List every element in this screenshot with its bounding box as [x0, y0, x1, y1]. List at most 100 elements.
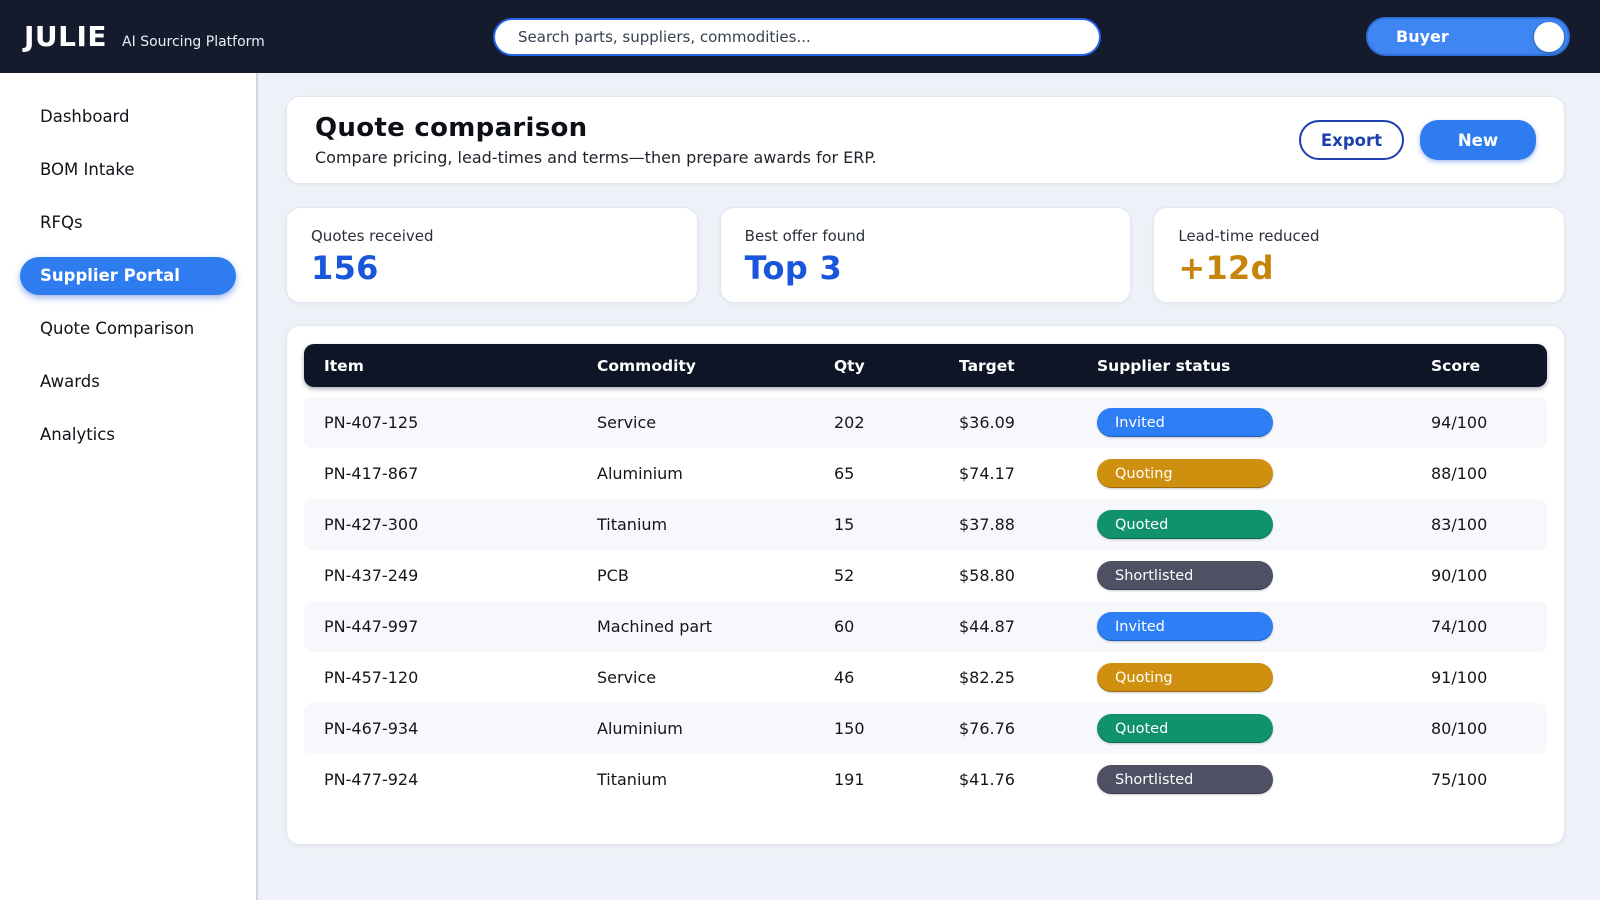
topbar-right: Buyer: [1101, 17, 1570, 56]
cell-qty: 202: [834, 413, 865, 432]
table-row[interactable]: PN-467-934 Aluminium 150 $76.76 Quoted 80/100: [304, 703, 1547, 754]
page-title: Quote comparison: [315, 113, 588, 143]
cell-item: PN-467-934: [324, 719, 419, 738]
sidebar: Dashboard BOM Intake RFQs Supplier Portal Qu…: [0, 73, 258, 900]
cell-commodity: Titanium: [597, 515, 668, 534]
cell-commodity: Machined part: [597, 617, 713, 636]
new-button[interactable]: New: [1420, 120, 1536, 160]
sidebar-item-quote-comparison[interactable]: Quote Comparison: [20, 310, 236, 348]
table-row[interactable]: PN-407-125 Service 202 $36.09 Invited 94/100: [304, 397, 1547, 448]
cell-qty: 150: [834, 719, 865, 738]
cell-supplier-status: Quoted: [1097, 714, 1431, 743]
stat-value: Top 3: [744, 249, 843, 287]
cell-target: $41.76: [959, 770, 1015, 789]
cell-supplier-status: Shortlisted: [1097, 765, 1431, 794]
sidebar-item-bom-intake[interactable]: BOM Intake: [20, 151, 236, 189]
cell-target: $37.88: [959, 515, 1015, 534]
sidebar-item-rfqs[interactable]: RFQs: [20, 204, 236, 242]
sidebar-item-awards[interactable]: Awards: [20, 363, 236, 401]
stat-label: Quotes received: [311, 227, 434, 245]
column-header-supplier-status: Supplier status: [1097, 356, 1231, 375]
app-root: JULIE AI Sourcing Platform Buyer Dashboa…: [0, 0, 1600, 900]
cell-item: PN-437-249: [324, 566, 419, 585]
stat-value: 156: [311, 249, 379, 287]
search-input[interactable]: [493, 17, 1101, 56]
stat-label: Lead-time reduced: [1178, 227, 1320, 245]
status-badge-quoting: Quoting: [1097, 663, 1273, 692]
stat-label: Best offer found: [744, 227, 866, 245]
page-header-text: Quote comparison Compare pricing, lead-t…: [315, 113, 877, 167]
cell-commodity: Titanium: [597, 770, 668, 789]
quotes-table-card: Item Commodity Qty Target Supplier status Sco…: [286, 325, 1565, 845]
status-badge-shortlisted: Shortlisted: [1097, 561, 1273, 590]
page-subtitle: Compare pricing, lead-times and terms—th…: [315, 148, 877, 167]
cell-supplier-status: Quoting: [1097, 459, 1431, 488]
body-row: Dashboard BOM Intake RFQs Supplier Portal Qu…: [0, 73, 1600, 900]
status-badge-invited: Invited: [1097, 408, 1273, 437]
cell-item: PN-447-997: [324, 617, 419, 636]
cell-supplier-status: Quoting: [1097, 663, 1431, 692]
status-badge-quoting: Quoting: [1097, 459, 1273, 488]
cell-qty: 46: [834, 668, 855, 687]
cell-supplier-status: Invited: [1097, 612, 1431, 641]
cell-score: 80/100: [1431, 719, 1488, 738]
column-header-target: Target: [959, 356, 1015, 375]
stat-card-quotes-received: Quotes received 156: [286, 207, 698, 303]
brand-tagline: AI Sourcing Platform: [122, 34, 265, 50]
role-toggle-label: Buyer: [1396, 27, 1449, 46]
sidebar-item-analytics[interactable]: Analytics: [20, 416, 236, 454]
cell-supplier-status: Invited: [1097, 408, 1431, 437]
cell-commodity: Service: [597, 668, 657, 687]
table-body: PN-407-125 Service 202 $36.09 Invited 94/100 P…: [304, 397, 1547, 805]
status-badge-shortlisted: Shortlisted: [1097, 765, 1273, 794]
cell-target: $36.09: [959, 413, 1015, 432]
cell-commodity: Service: [597, 413, 657, 432]
table-row[interactable]: PN-427-300 Titanium 15 $37.88 Quoted 83/100: [304, 499, 1547, 550]
cell-target: $44.87: [959, 617, 1015, 636]
toggle-knob-icon: [1534, 21, 1564, 52]
column-header-score: Score: [1431, 356, 1481, 375]
cell-qty: 191: [834, 770, 865, 789]
cell-score: 90/100: [1431, 566, 1488, 585]
status-badge-quoted: Quoted: [1097, 510, 1273, 539]
page-header-card: Quote comparison Compare pricing, lead-t…: [286, 96, 1565, 184]
brand: JULIE AI Sourcing Platform: [24, 20, 493, 53]
cell-target: $82.25: [959, 668, 1015, 687]
cell-qty: 15: [834, 515, 855, 534]
table-row[interactable]: PN-417-867 Aluminium 65 $74.17 Quoting 88/100: [304, 448, 1547, 499]
cell-commodity: Aluminium: [597, 464, 683, 483]
cell-score: 83/100: [1431, 515, 1488, 534]
sidebar-item-supplier-portal[interactable]: Supplier Portal: [20, 257, 236, 295]
export-button[interactable]: Export: [1298, 120, 1404, 160]
cell-supplier-status: Shortlisted: [1097, 561, 1431, 590]
table-row[interactable]: PN-447-997 Machined part 60 $44.87 Invited 74…: [304, 601, 1547, 652]
stat-card-lead-time-reduced: Lead-time reduced +12d: [1153, 207, 1566, 303]
table-row[interactable]: PN-477-924 Titanium 191 $41.76 Shortlisted 75…: [304, 754, 1547, 805]
status-badge-invited: Invited: [1097, 612, 1273, 641]
cell-score: 75/100: [1431, 770, 1488, 789]
cell-supplier-status: Quoted: [1097, 510, 1431, 539]
cell-qty: 52: [834, 566, 855, 585]
cell-score: 91/100: [1431, 668, 1488, 687]
cell-target: $74.17: [959, 464, 1015, 483]
cell-qty: 65: [834, 464, 855, 483]
stat-card-best-offer-found: Best offer found Top 3: [719, 207, 1132, 303]
table-header-row: Item Commodity Qty Target Supplier status Sco…: [304, 344, 1547, 387]
cell-item: PN-417-867: [324, 464, 419, 483]
table-row[interactable]: PN-437-249 PCB 52 $58.80 Shortlisted 90/100: [304, 550, 1547, 601]
cell-score: 74/100: [1431, 617, 1488, 636]
brand-logo: JULIE: [24, 20, 108, 53]
role-toggle[interactable]: Buyer: [1366, 17, 1570, 56]
header-actions: Export New: [1298, 120, 1536, 160]
table-row[interactable]: PN-457-120 Service 46 $82.25 Quoting 91/100: [304, 652, 1547, 703]
cell-item: PN-477-924: [324, 770, 419, 789]
sidebar-item-dashboard[interactable]: Dashboard: [20, 98, 236, 136]
stats-row: Quotes received 156 Best offer found Top 3 L…: [286, 207, 1566, 303]
topbar: JULIE AI Sourcing Platform Buyer: [0, 0, 1600, 73]
cell-qty: 60: [834, 617, 855, 636]
cell-item: PN-407-125: [324, 413, 419, 432]
stat-value: +12d: [1178, 249, 1274, 287]
cell-item: PN-457-120: [324, 668, 419, 687]
cell-commodity: Aluminium: [597, 719, 683, 738]
column-header-item: Item: [324, 356, 364, 375]
